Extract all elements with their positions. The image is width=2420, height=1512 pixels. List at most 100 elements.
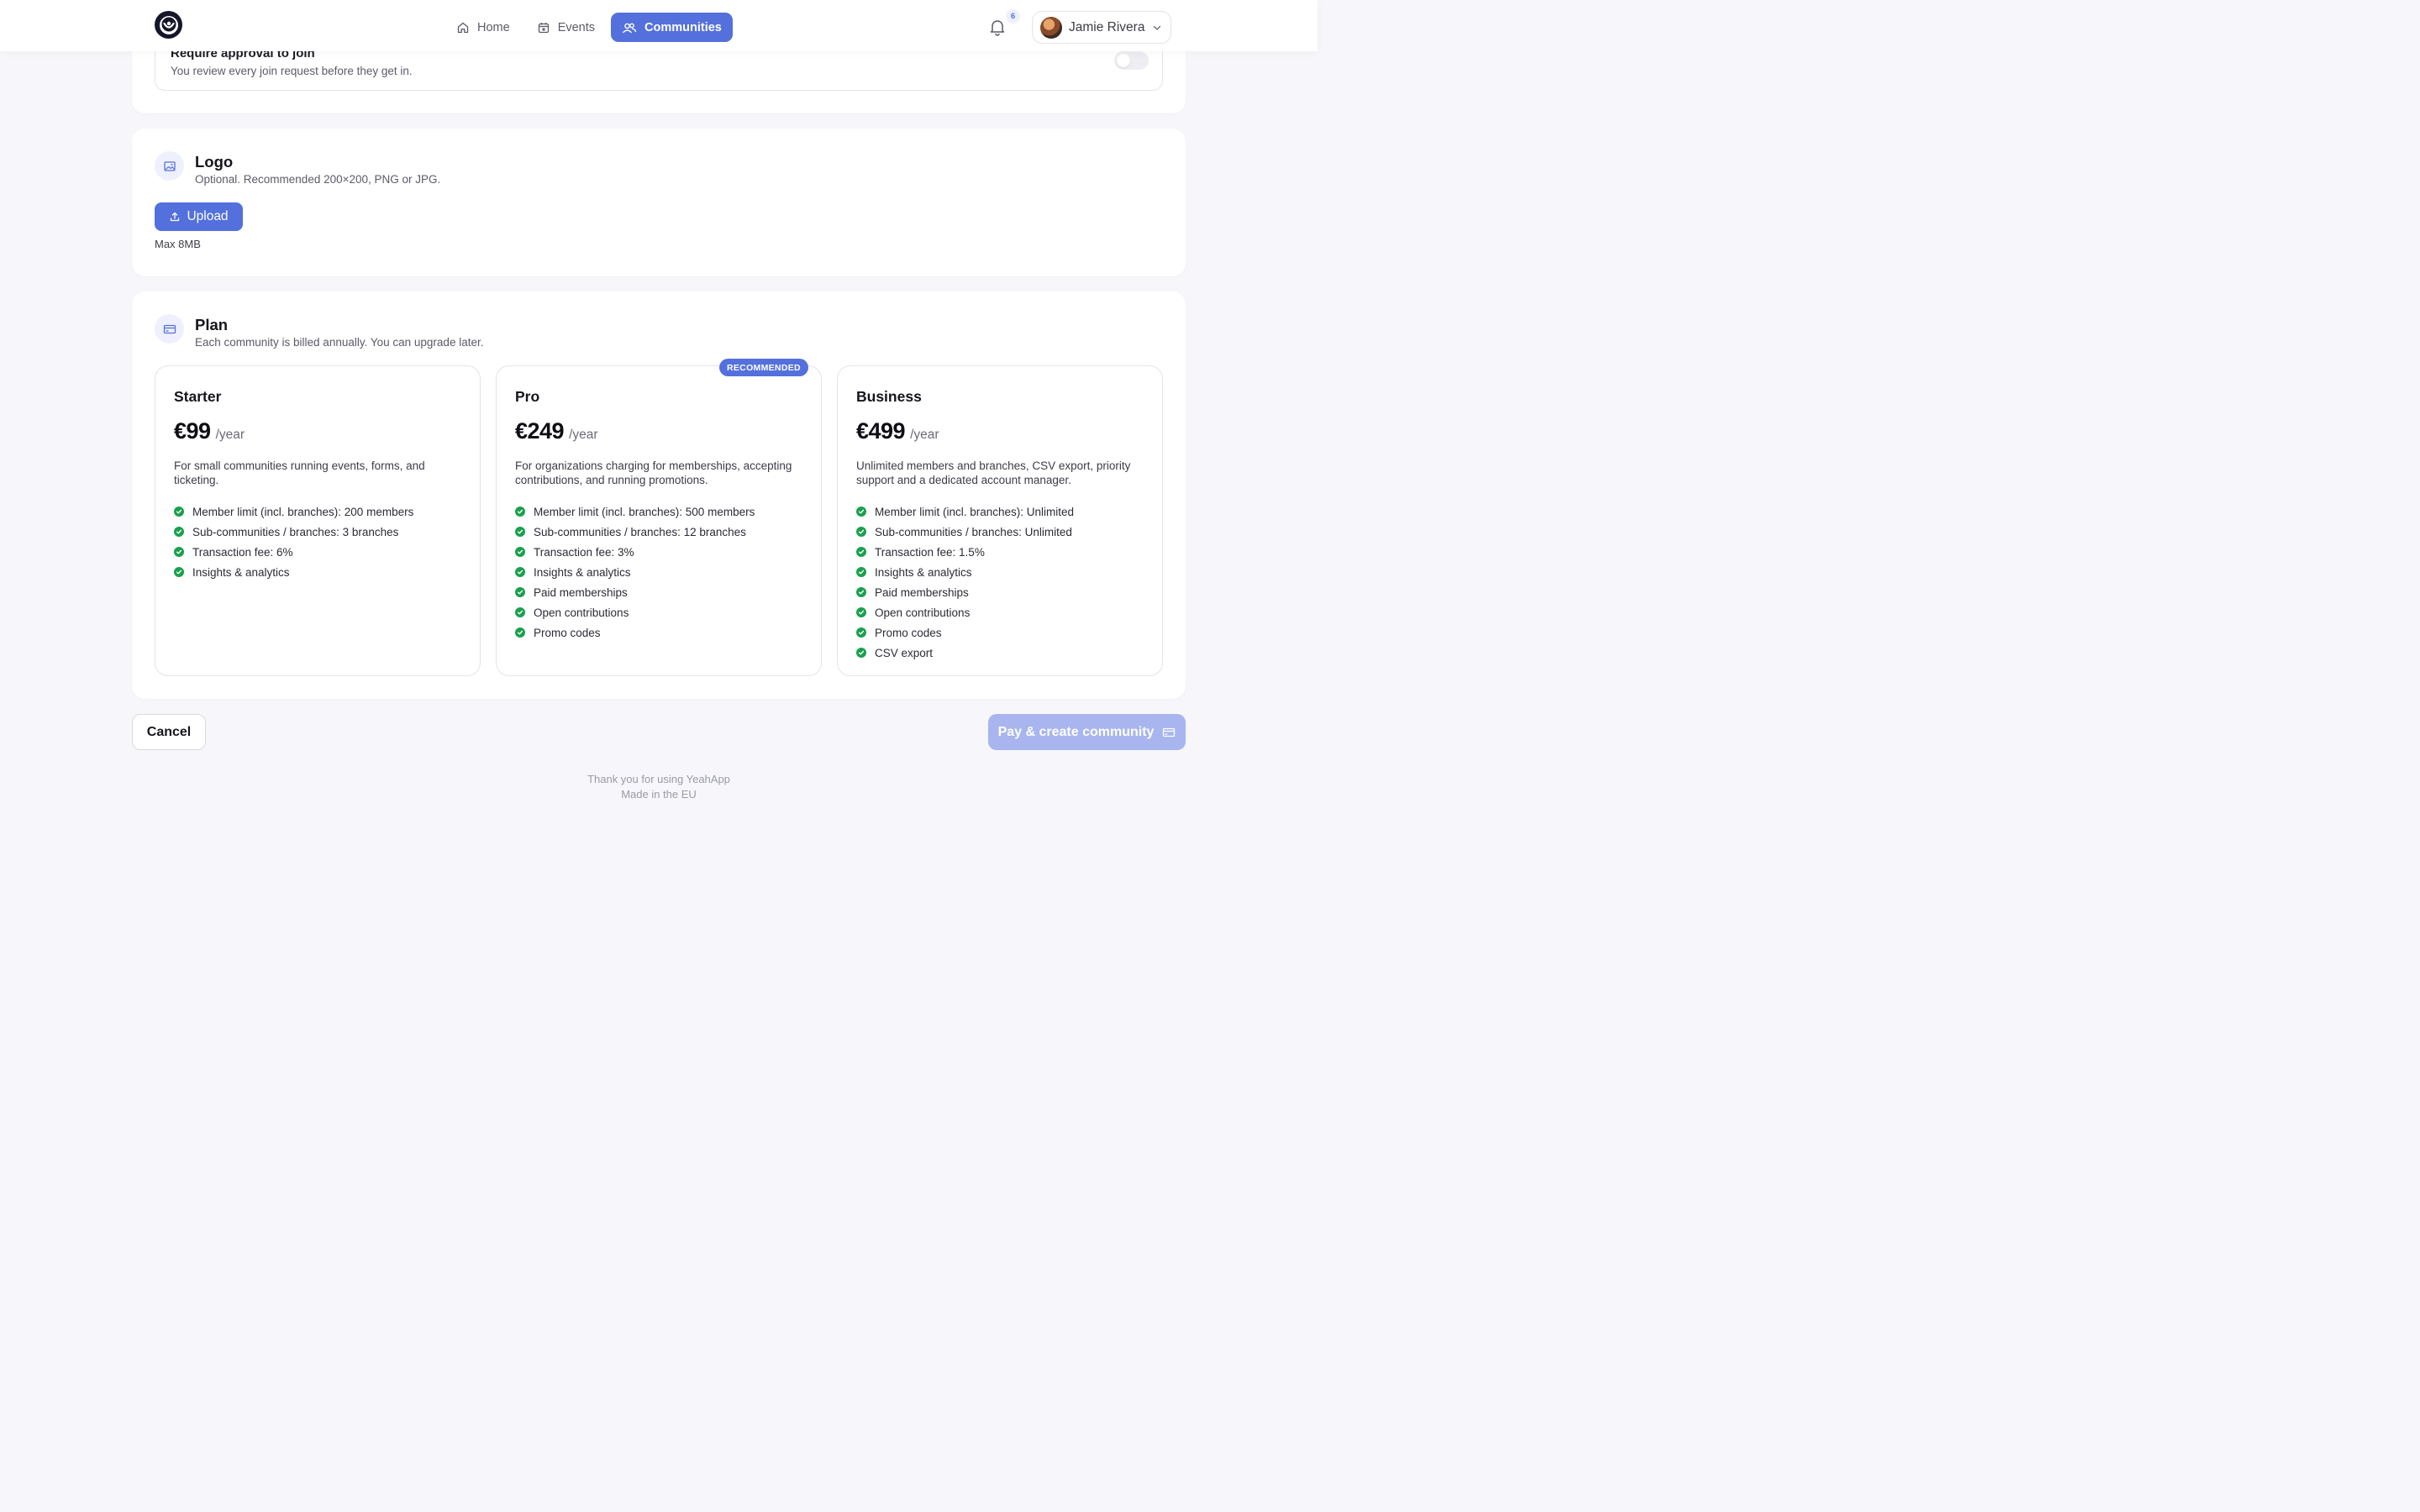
price-period: /year: [215, 428, 245, 442]
feature-item: Sub-communities / branches: 3 branches: [174, 522, 413, 542]
feature-text: Paid memberships: [875, 585, 969, 599]
check-icon: [515, 627, 525, 638]
plan-option-starter[interactable]: Starter €99 /year For small communities …: [155, 365, 481, 676]
price-amount: €249: [515, 418, 565, 444]
check-icon: [856, 648, 866, 658]
feature-item: Insights & analytics: [174, 562, 413, 582]
top-bar: Home Events Communities 6 Jamie Rivera: [0, 0, 1318, 51]
upload-size-hint: Max 8MB: [155, 238, 201, 250]
feature-text: Insights & analytics: [534, 565, 631, 579]
check-icon: [515, 587, 525, 597]
plan-price: €249 /year: [515, 418, 598, 444]
feature-text: Sub-communities / branches: 12 branches: [534, 525, 746, 538]
plan-name: Business: [856, 388, 922, 405]
feature-item: Sub-communities / branches: Unlimited: [856, 522, 1074, 542]
image-icon-circle: [155, 151, 184, 181]
toggle-knob: [1117, 54, 1130, 67]
check-icon: [174, 507, 184, 517]
price-amount: €99: [174, 418, 211, 444]
credit-card-icon: [1163, 727, 1176, 737]
footer-thanks: Thank you for using YeahApp: [587, 773, 730, 785]
nav-events-label: Events: [557, 20, 596, 34]
feature-item: Promo codes: [856, 622, 1074, 643]
footer-made-in: Made in the EU: [621, 788, 697, 801]
feature-item: Insights & analytics: [515, 562, 755, 582]
plan-name: Pro: [515, 388, 540, 405]
feature-text: Sub-communities / branches: Unlimited: [875, 525, 1072, 538]
nav-home[interactable]: Home: [445, 13, 521, 42]
recommended-badge: RECOMMENDED: [719, 359, 808, 376]
feature-text: Transaction fee: 3%: [534, 545, 634, 559]
feature-text: Member limit (incl. branches): 500 membe…: [534, 505, 755, 518]
cancel-button[interactable]: Cancel: [132, 714, 206, 750]
check-icon: [515, 507, 525, 517]
feature-item: Transaction fee: 3%: [515, 542, 755, 562]
users-icon: [623, 23, 637, 33]
check-icon: [515, 547, 525, 557]
feature-item: Sub-communities / branches: 12 branches: [515, 522, 755, 542]
feature-item: Insights & analytics: [856, 562, 1074, 582]
plan-price: €499 /year: [856, 418, 939, 444]
plan-option-business[interactable]: Business €499 /year Unlimited members an…: [837, 365, 1163, 676]
feature-item: Open contributions: [515, 602, 755, 622]
feature-item: Transaction fee: 1.5%: [856, 542, 1074, 562]
user-menu[interactable]: Jamie Rivera: [1032, 11, 1171, 44]
feature-item: Transaction fee: 6%: [174, 542, 413, 562]
check-icon: [856, 567, 866, 577]
credit-card-icon: [163, 324, 176, 333]
image-icon: [163, 160, 176, 171]
plan-section-title: Plan: [195, 316, 229, 333]
upload-icon: [171, 212, 180, 222]
app-logo[interactable]: [155, 11, 182, 39]
feature-list: Member limit (incl. branches): 500 membe…: [515, 501, 755, 643]
pay-create-community-button[interactable]: Pay & create community: [988, 714, 1186, 750]
page-footer: Thank you for using YeahApp Made in the …: [0, 772, 1318, 802]
plan-description: For small communities running events, fo…: [174, 459, 425, 486]
feature-text: Member limit (incl. branches): Unlimited: [875, 505, 1075, 518]
calendar-icon: [538, 22, 549, 33]
feature-item: Paid memberships: [856, 582, 1074, 602]
feature-item: Member limit (incl. branches): 500 membe…: [515, 501, 755, 522]
feature-text: Open contributions: [534, 606, 629, 619]
pay-button-label: Pay & create community: [997, 724, 1155, 739]
feature-text: Transaction fee: 1.5%: [875, 545, 985, 559]
feature-item: Member limit (incl. branches): 200 membe…: [174, 501, 413, 522]
feature-text: Promo codes: [534, 626, 601, 639]
feature-item: Open contributions: [856, 602, 1074, 622]
home-icon: [457, 22, 469, 33]
check-icon: [856, 627, 866, 638]
feature-list: Member limit (incl. branches): 200 membe…: [174, 501, 413, 582]
logo-mark-icon: [159, 15, 178, 34]
check-icon: [515, 527, 525, 537]
feature-item: Member limit (incl. branches): Unlimited: [856, 501, 1074, 522]
feature-text: Member limit (incl. branches): 200 membe…: [192, 505, 414, 518]
check-icon: [856, 527, 866, 537]
feature-text: Insights & analytics: [875, 565, 972, 579]
logo-section-title: Logo: [195, 153, 234, 171]
upload-button[interactable]: Upload: [155, 202, 243, 231]
feature-list: Member limit (incl. branches): Unlimited…: [856, 501, 1074, 663]
feature-text: CSV export: [875, 646, 934, 659]
approval-toggle[interactable]: [1114, 51, 1149, 70]
upload-button-label: Upload: [187, 209, 229, 223]
feature-text: Paid memberships: [534, 585, 628, 599]
feature-item: CSV export: [856, 643, 1074, 663]
chevron-down-icon: [1153, 25, 1161, 30]
bell-icon[interactable]: [987, 17, 1007, 37]
check-icon: [515, 607, 525, 617]
plan-card: Plan Each community is billed annually. …: [132, 291, 1186, 699]
nav-communities[interactable]: Communities: [611, 13, 733, 42]
check-icon: [174, 547, 184, 557]
avatar: [1040, 16, 1062, 39]
plan-option-pro[interactable]: RECOMMENDED Pro €249 /year For organizat…: [496, 359, 822, 676]
feature-item: Promo codes: [515, 622, 755, 643]
plan-name: Starter: [174, 388, 222, 405]
feature-item: Paid memberships: [515, 582, 755, 602]
plan-description: Unlimited members and branches, CSV expo…: [856, 459, 1131, 486]
feature-text: Sub-communities / branches: 3 branches: [192, 525, 399, 538]
feature-text: Promo codes: [875, 626, 942, 639]
nav-events[interactable]: Events: [526, 13, 606, 42]
main-nav: Home Events Communities: [445, 13, 733, 42]
price-amount: €499: [856, 418, 906, 444]
nav-communities-label: Communities: [644, 20, 722, 34]
